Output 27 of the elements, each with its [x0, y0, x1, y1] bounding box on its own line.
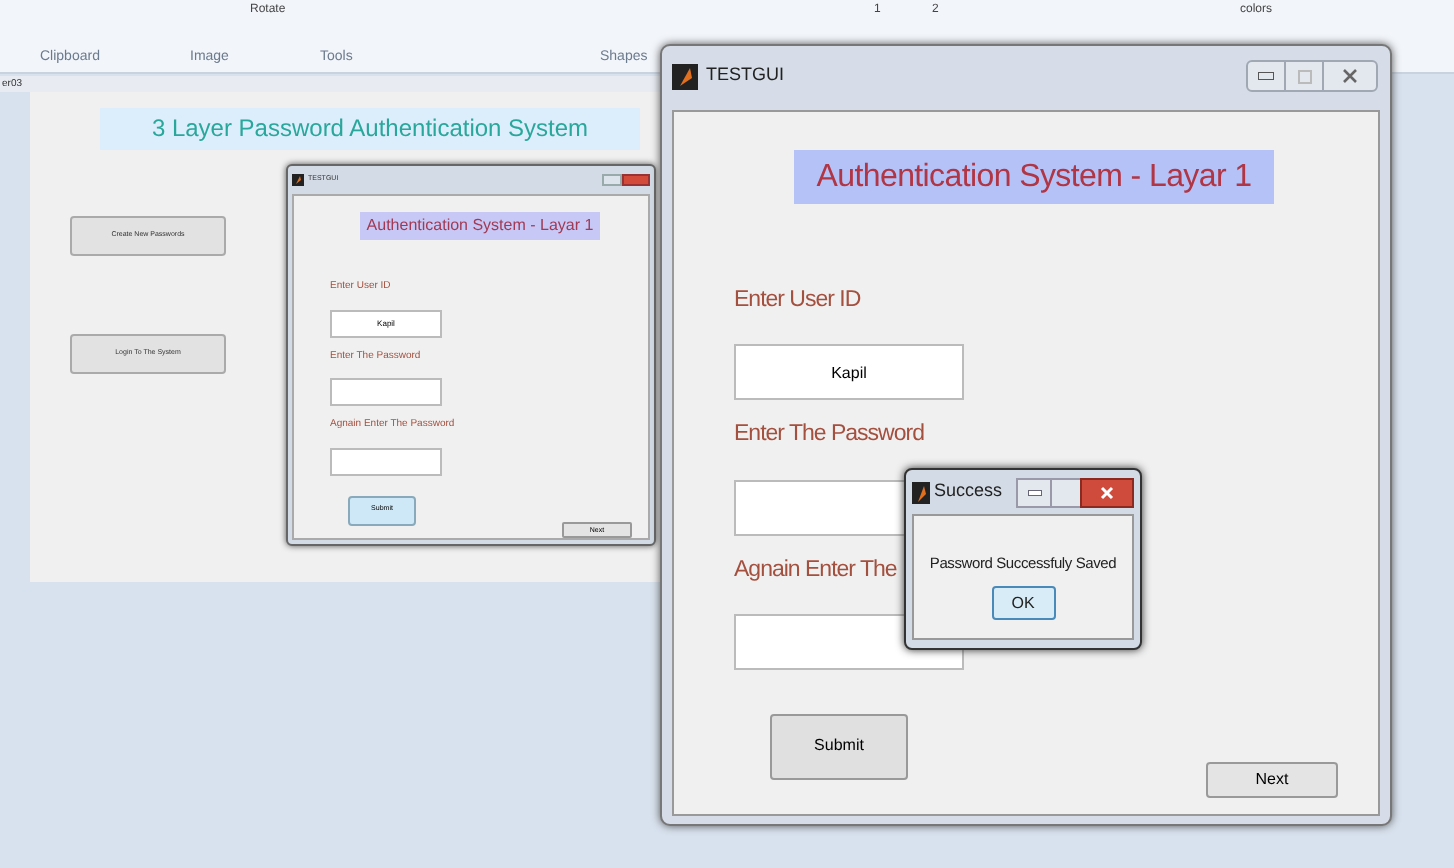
close-icon [1342, 68, 1358, 84]
submit-button[interactable]: Submit [770, 713, 908, 780]
app-icon [292, 174, 304, 186]
app-title: 3 Layer Password Authentication System [100, 108, 640, 150]
minimize-icon [1027, 489, 1041, 495]
text-field[interactable] [330, 378, 442, 406]
close-button[interactable] [1322, 60, 1378, 92]
field-label: Enter User ID [734, 286, 861, 316]
minimize-button[interactable] [1246, 60, 1286, 92]
ok-button[interactable]: OK [991, 586, 1055, 621]
window-header: Authentication System - Layar 1 [360, 212, 600, 240]
app-icon [672, 63, 698, 89]
maximize-button[interactable] [1052, 477, 1080, 507]
next-button[interactable]: Next [1206, 761, 1338, 798]
app-icon [912, 481, 930, 503]
dialog-title: Success [934, 478, 1003, 505]
minimize-icon [1258, 72, 1274, 80]
field-label: Agnain Enter The [734, 555, 897, 585]
text-field[interactable]: Kapil [734, 344, 964, 401]
text-field[interactable] [330, 447, 442, 475]
close-icon [1100, 485, 1114, 499]
window-title: TESTGUI [706, 62, 785, 89]
window-header: Authentication System - Layar 1 [794, 150, 1274, 204]
maximize-icon [1297, 69, 1311, 83]
close-button[interactable] [1080, 477, 1134, 507]
minimize-button[interactable] [1016, 477, 1052, 507]
field-label: Enter The Password [734, 420, 924, 451]
